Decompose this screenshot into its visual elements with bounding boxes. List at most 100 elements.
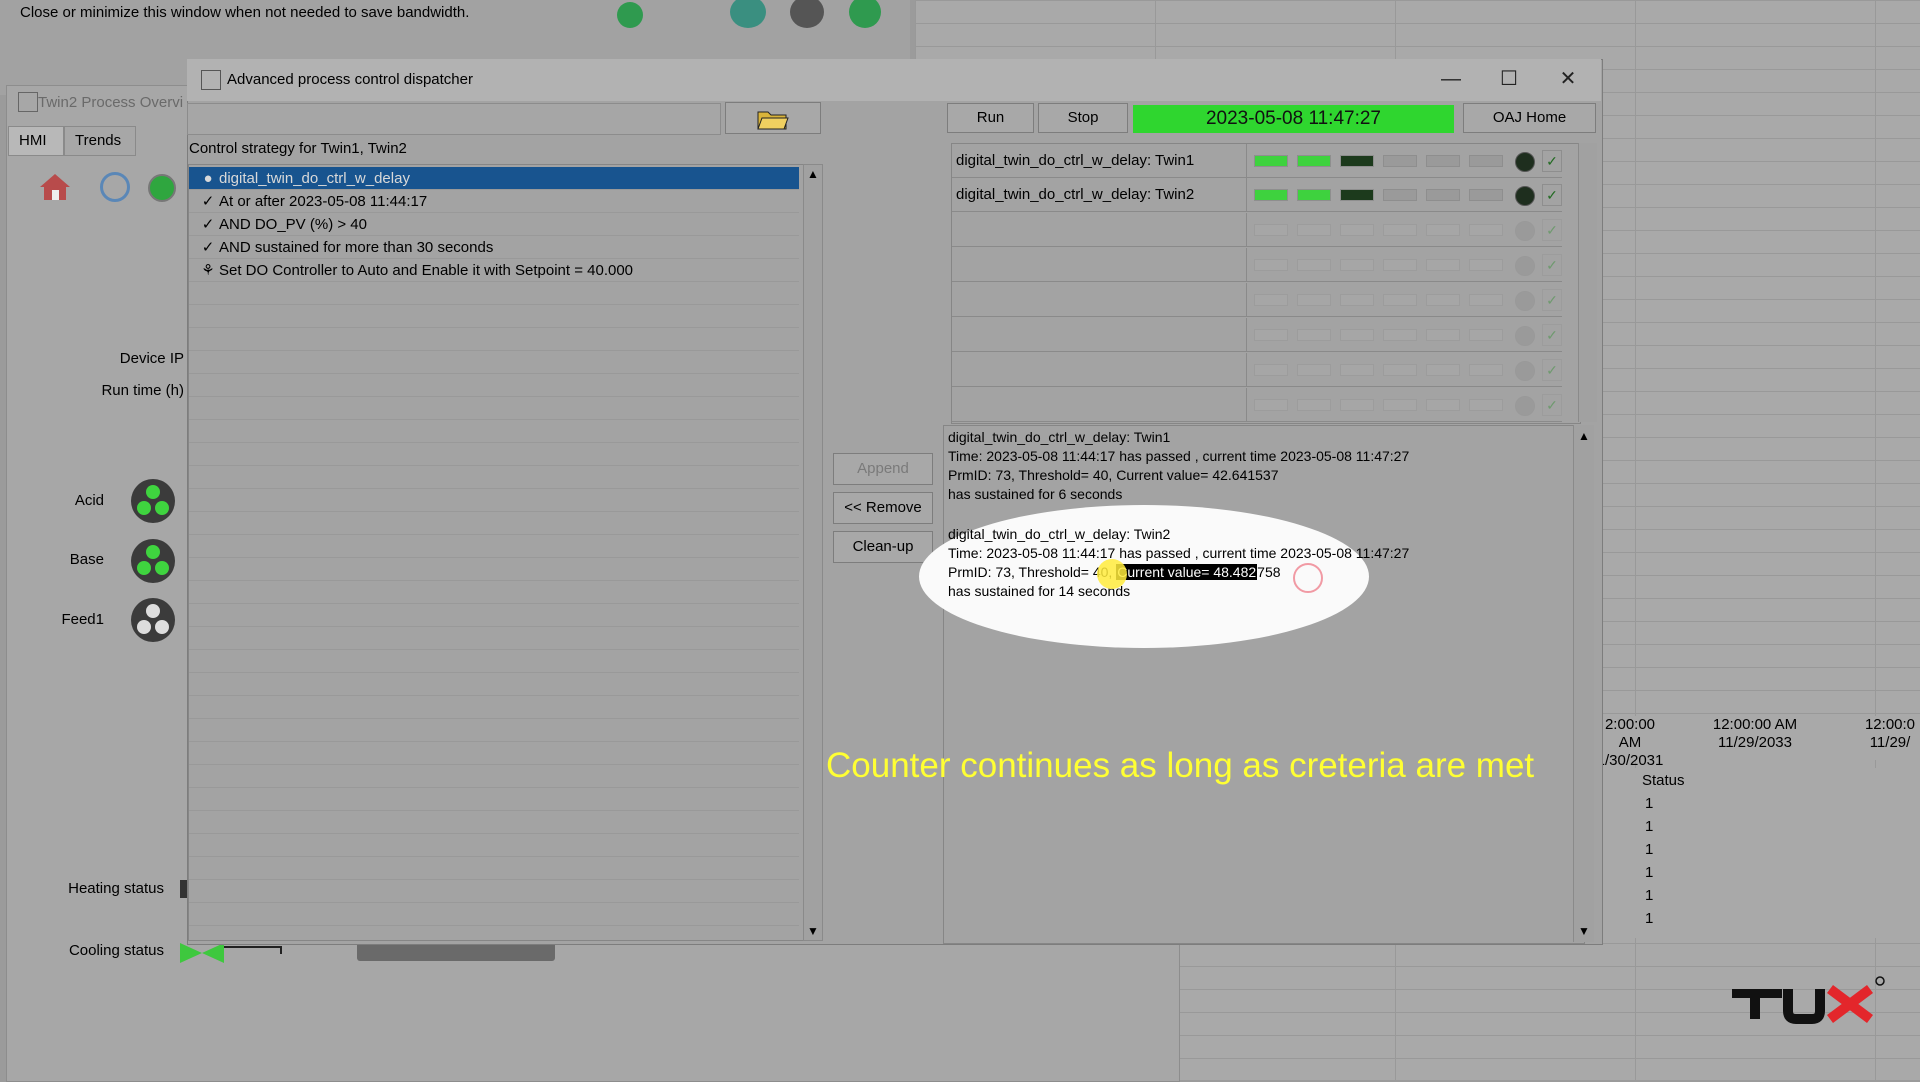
checkmark-icon[interactable]: ✓ bbox=[1542, 219, 1562, 241]
twin-row-name bbox=[956, 388, 1247, 421]
strategy-row[interactable] bbox=[189, 765, 799, 788]
strategy-row[interactable] bbox=[189, 489, 799, 512]
twin-row[interactable]: ✓ bbox=[952, 283, 1562, 317]
strategy-row[interactable] bbox=[189, 903, 799, 926]
progress-segment bbox=[1426, 329, 1460, 341]
strategy-row[interactable] bbox=[189, 880, 799, 903]
strategy-row[interactable] bbox=[189, 857, 799, 880]
twin-row[interactable]: ✓ bbox=[952, 388, 1562, 422]
checkmark-icon[interactable]: ✓ bbox=[1542, 289, 1562, 311]
twin-status-list[interactable]: digital_twin_do_ctrl_w_delay: Twin1 ✓ di… bbox=[951, 143, 1581, 424]
base-pump-icon[interactable] bbox=[131, 539, 175, 583]
axis-label: 12:00:00 AM 11/29/2033 bbox=[1705, 716, 1805, 752]
strategy-row[interactable] bbox=[189, 719, 799, 742]
strategy-row[interactable] bbox=[189, 305, 799, 328]
tab-trends[interactable]: Trends bbox=[64, 126, 136, 156]
axis-time: 2:00:00 AM bbox=[1604, 716, 1656, 751]
status-ok-icon[interactable] bbox=[617, 2, 643, 28]
progress-segment bbox=[1340, 399, 1374, 411]
tab-hmi[interactable]: HMI bbox=[8, 126, 64, 156]
strategy-scrollbar[interactable]: ▲ ▼ bbox=[803, 164, 823, 941]
twin-row[interactable]: ✓ bbox=[952, 213, 1562, 247]
strategy-row[interactable] bbox=[189, 512, 799, 535]
status-led-icon bbox=[1515, 186, 1535, 206]
progress-segment bbox=[1254, 364, 1288, 376]
maximize-icon[interactable]: ☐ bbox=[1489, 63, 1529, 95]
progress-segment bbox=[1340, 294, 1374, 306]
axis-date: 11/29/2033 bbox=[1718, 734, 1792, 751]
open-folder-button[interactable] bbox=[725, 102, 821, 134]
strategy-row[interactable] bbox=[189, 420, 799, 443]
strategy-row[interactable]: ⚘ Set DO Controller to Auto and Enable i… bbox=[189, 259, 799, 282]
strategy-row[interactable] bbox=[189, 650, 799, 673]
twin-row-name bbox=[956, 283, 1247, 316]
checkmark-icon[interactable]: ✓ bbox=[1542, 324, 1562, 346]
strategy-list[interactable]: ● digital_twin_do_ctrl_w_delay ✓ At or a… bbox=[188, 164, 805, 941]
feed1-label: Feed1 bbox=[61, 611, 104, 628]
strategy-row[interactable] bbox=[189, 696, 799, 719]
strategy-row[interactable] bbox=[189, 535, 799, 558]
strategy-row[interactable] bbox=[189, 328, 799, 351]
minimize-icon[interactable]: — bbox=[1431, 63, 1471, 95]
refresh-icon[interactable] bbox=[100, 172, 130, 202]
remove-button[interactable]: << Remove bbox=[833, 492, 933, 524]
strategy-row[interactable] bbox=[189, 673, 799, 696]
status-led-icon bbox=[1515, 361, 1535, 381]
twin-row[interactable]: digital_twin_do_ctrl_w_delay: Twin1 ✓ bbox=[952, 144, 1562, 178]
axis-time: 12:00:00 AM bbox=[1712, 716, 1798, 733]
scroll-up-icon[interactable]: ▲ bbox=[807, 167, 819, 181]
feed1-pump-icon[interactable] bbox=[131, 598, 175, 642]
strategy-row[interactable] bbox=[189, 581, 799, 604]
strategy-row[interactable] bbox=[189, 811, 799, 834]
strategy-row[interactable] bbox=[189, 627, 799, 650]
strategy-row[interactable] bbox=[189, 351, 799, 374]
progress-segment bbox=[1469, 294, 1503, 306]
device-ip-label: Device IP bbox=[119, 350, 184, 367]
strategy-row[interactable] bbox=[189, 466, 799, 489]
twin-row[interactable]: ✓ bbox=[952, 318, 1562, 352]
twin-row[interactable]: ✓ bbox=[952, 353, 1562, 387]
scroll-down-icon[interactable]: ▼ bbox=[807, 924, 819, 938]
strategy-row[interactable] bbox=[189, 788, 799, 811]
home-icon[interactable] bbox=[38, 172, 72, 202]
strategy-row[interactable]: ● digital_twin_do_ctrl_w_delay bbox=[189, 167, 799, 190]
twin-row-name bbox=[956, 353, 1247, 386]
strategy-row[interactable]: ✓ At or after 2023-05-08 11:44:17 bbox=[189, 190, 799, 213]
twin-list-scrollbar[interactable] bbox=[1578, 143, 1597, 422]
strategy-row[interactable]: ✓ AND sustained for more than 30 seconds bbox=[189, 236, 799, 259]
close-icon[interactable]: ✕ bbox=[1548, 63, 1588, 95]
strategy-row[interactable] bbox=[189, 834, 799, 857]
checkmark-icon[interactable]: ✓ bbox=[1542, 359, 1562, 381]
status-cell: 1 bbox=[1645, 795, 1654, 812]
scroll-up-icon[interactable]: ▲ bbox=[1578, 429, 1590, 443]
strategy-path-input[interactable] bbox=[187, 103, 721, 135]
strategy-row[interactable] bbox=[189, 558, 799, 581]
strategy-row[interactable] bbox=[189, 374, 799, 397]
run-button[interactable]: Run bbox=[947, 103, 1034, 133]
append-button[interactable]: Append bbox=[833, 453, 933, 485]
checkmark-icon[interactable]: ✓ bbox=[1542, 254, 1562, 276]
row-text: AND DO_PV (%) > 40 bbox=[219, 216, 367, 233]
twin-row[interactable]: digital_twin_do_ctrl_w_delay: Twin2 ✓ bbox=[952, 178, 1562, 212]
stop-button[interactable]: Stop bbox=[1038, 103, 1128, 133]
checkmark-icon[interactable]: ✓ bbox=[1542, 394, 1562, 416]
checkmark-icon[interactable]: ✓ bbox=[1542, 150, 1562, 172]
scroll-down-icon[interactable]: ▼ bbox=[1578, 924, 1590, 938]
acid-pump-icon[interactable] bbox=[131, 479, 175, 523]
progress-segment bbox=[1340, 364, 1374, 376]
strategy-row[interactable] bbox=[189, 397, 799, 420]
strategy-row[interactable]: ✓ AND DO_PV (%) > 40 bbox=[189, 213, 799, 236]
progress-segment bbox=[1383, 224, 1417, 236]
strategy-row[interactable] bbox=[189, 443, 799, 466]
checkmark-icon[interactable]: ✓ bbox=[1542, 184, 1562, 206]
twin-row[interactable]: ✓ bbox=[952, 248, 1562, 282]
progress-segment bbox=[1383, 399, 1417, 411]
strategy-row[interactable] bbox=[189, 604, 799, 627]
log-scrollbar[interactable]: ▲ ▼ bbox=[1573, 425, 1594, 942]
strategy-row[interactable] bbox=[189, 742, 799, 765]
strategy-row[interactable] bbox=[189, 282, 799, 305]
oaj-home-button[interactable]: OAJ Home bbox=[1463, 103, 1596, 133]
progress-segment bbox=[1340, 189, 1374, 201]
status-cell: 1 bbox=[1645, 841, 1654, 858]
cleanup-button[interactable]: Clean-up bbox=[833, 531, 933, 563]
